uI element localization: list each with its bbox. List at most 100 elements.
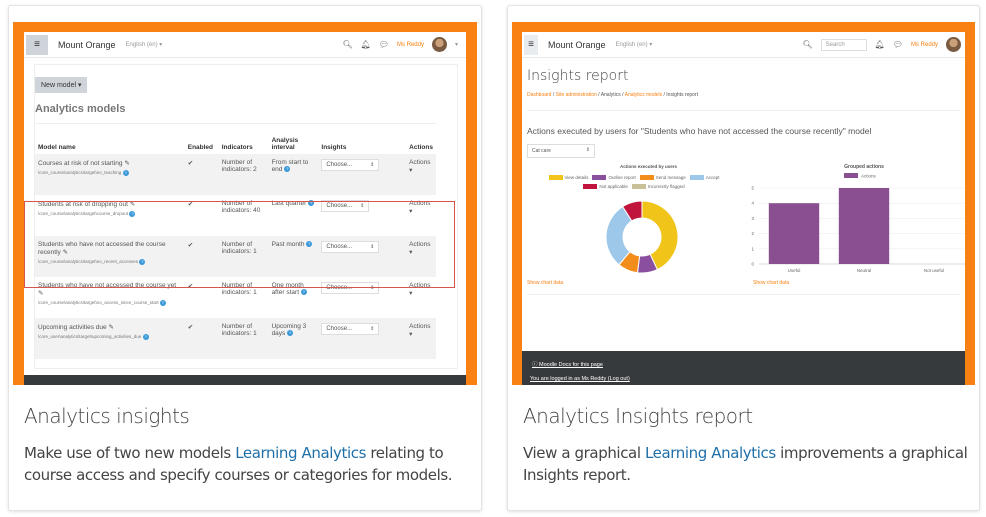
donut-chart-title: Actions executed by users — [620, 164, 678, 169]
table-row: Upcoming activities due ✎ \core_user\anal… — [35, 317, 436, 359]
model-target: \core_course\analytics\target\no_access_… — [38, 299, 166, 306]
legend-item[interactable]: Send message — [636, 175, 686, 181]
pencil-icon[interactable]: ✎ — [108, 324, 113, 331]
legend-swatch — [592, 175, 607, 181]
insights-select[interactable]: Choose... — [321, 322, 380, 335]
highlight-box — [24, 201, 455, 288]
model-target: \core_course\analytics\target\no_teachin… — [38, 169, 129, 176]
site-brand[interactable]: Mount Orange — [58, 40, 116, 50]
legend-item[interactable]: Accept — [686, 175, 720, 181]
chevron-down-icon[interactable]: ▾ — [455, 41, 458, 48]
hamburger-menu-icon[interactable]: ≡ — [524, 34, 538, 55]
breadcrumb-item[interactable]: Site administration — [556, 92, 597, 98]
show-chart-data-link[interactable]: Show chart data — [753, 280, 789, 286]
insights-report-screenshot: ≡ Mount Orange English (en) ▾ 🔍︎ Search … — [522, 32, 965, 385]
search-icon[interactable]: 🔍︎ — [343, 40, 353, 49]
learning-analytics-link[interactable]: Learning Analytics — [645, 444, 776, 462]
legend-label: Accept — [705, 175, 720, 180]
model-name-cell: Courses at risk of not starting ✎ \core_c… — [35, 153, 185, 195]
bell-icon[interactable]: 🔔︎ — [361, 40, 371, 49]
y-tick-label: 4 — [751, 201, 754, 206]
legend-swatch — [583, 184, 598, 190]
category-select[interactable]: Cat care — [527, 144, 595, 158]
y-tick-label: 2 — [751, 231, 754, 236]
page-heading: Analytics models — [35, 103, 126, 115]
hamburger-menu-icon[interactable]: ≡ — [26, 34, 48, 55]
breadcrumb-item[interactable]: Analytics models — [625, 92, 663, 98]
indicators-link[interactable]: Number of indicators: 1 — [218, 317, 269, 359]
insights-cell: Choose... — [318, 153, 407, 195]
bar-chart: Grouped actions Actions 0 1 2 3 4 5 Useful Neutra… — [751, 164, 965, 273]
actions-menu[interactable]: Actions ▾ — [406, 153, 436, 195]
help-icon[interactable]: ? — [122, 169, 129, 176]
new-model-button[interactable]: New model ▾ — [35, 77, 88, 93]
help-icon[interactable]: ? — [300, 288, 307, 295]
language-menu[interactable]: English (en) ▾ — [126, 41, 163, 48]
user-menu-name[interactable]: Ms Reddy — [397, 42, 424, 48]
model-target: \core_user\analytics\target\upcoming_act… — [38, 333, 149, 340]
logged-in-info[interactable]: You are logged in as Ms Reddy (Log out) — [530, 376, 630, 382]
site-brand[interactable]: Mount Orange — [548, 40, 606, 50]
feature-card-analytics-insights: ≡ Mount Orange English (en) ▾ 🔍︎ 🔔︎ 💬︎ M… — [8, 5, 482, 511]
y-tick-label: 5 — [751, 186, 754, 191]
bar-neutral[interactable] — [838, 188, 890, 264]
legend-swatch — [844, 173, 858, 178]
x-tick-label: Not useful — [924, 268, 944, 273]
moodle-docs-link[interactable]: ⓘ Moodle Docs for this page — [532, 360, 603, 368]
legend-label: Actions — [861, 174, 877, 179]
avatar[interactable] — [431, 37, 447, 52]
bar-chart-title: Grouped actions — [844, 164, 884, 170]
card-description: Make use of two new models Learning Anal… — [24, 444, 453, 484]
help-icon[interactable]: ? — [284, 165, 291, 172]
card-description: View a graphical Learning Analytics impr… — [523, 444, 968, 484]
chart-heading: Actions executed by users for "Students … — [527, 126, 872, 136]
insights-cell: Choose... — [318, 317, 407, 359]
donut-chart — [605, 200, 679, 274]
column-header: Insights — [318, 123, 407, 154]
card-title: Analytics insights — [24, 404, 190, 428]
x-tick-label: Useful — [788, 268, 801, 273]
y-tick-label: 1 — [751, 246, 754, 251]
help-icon[interactable]: ? — [142, 333, 149, 340]
navbar: ≡ Mount Orange English (en) ▾ 🔍︎ 🔔︎ 💬︎ M… — [24, 32, 466, 58]
donut-legend: View details Outline report Send message Ac… — [532, 173, 732, 191]
bar-useful[interactable] — [768, 203, 820, 264]
page-footer: ⓘ Moodle Docs for this page You are logg… — [522, 351, 965, 385]
indicators-link[interactable]: Number of indicators: 2 — [218, 153, 269, 195]
language-menu[interactable]: English (en) ▾ — [616, 41, 653, 48]
search-icon[interactable]: 🔍︎ — [803, 40, 813, 49]
model-name-cell: Upcoming activities due ✎ \core_user\anal… — [35, 317, 185, 359]
pencil-icon[interactable]: ✎ — [124, 160, 129, 167]
legend-item[interactable]: Not applicable — [579, 184, 628, 190]
help-icon[interactable]: ? — [287, 329, 294, 336]
legend-swatch — [689, 175, 704, 181]
insights-select[interactable]: Choose... — [321, 158, 380, 171]
breadcrumb-item[interactable]: Dashboard — [527, 92, 551, 98]
breadcrumb-item: Analytics — [600, 92, 621, 98]
help-icon[interactable]: ? — [159, 299, 166, 306]
legend-swatch — [631, 184, 646, 190]
legend-item[interactable]: Outline report — [588, 175, 636, 181]
legend-item[interactable]: View details — [545, 175, 588, 181]
user-menu-name[interactable]: Ms Reddy — [911, 42, 938, 48]
pencil-icon[interactable]: ✎ — [38, 290, 43, 297]
divider — [527, 294, 960, 295]
chat-icon[interactable]: 💬︎ — [379, 40, 389, 49]
bell-icon[interactable]: 🔔︎ — [875, 40, 885, 49]
legend-label: Not applicable — [599, 184, 628, 189]
enabled-cell: ✔ — [184, 153, 219, 195]
column-header: Actions — [406, 123, 436, 154]
y-tick-label: 0 — [751, 262, 754, 267]
avatar[interactable] — [946, 37, 961, 52]
chat-icon[interactable]: 💬︎ — [893, 40, 903, 49]
feature-card-insights-report: ≡ Mount Orange English (en) ▾ 🔍︎ Search … — [507, 5, 980, 511]
legend-item[interactable]: Incorrectly flagged — [628, 184, 685, 190]
interval-cell: Upcoming 3 days ? — [268, 317, 319, 359]
enabled-cell: ✔ — [184, 317, 219, 359]
legend-label: Send message — [655, 175, 686, 180]
learning-analytics-link[interactable]: Learning Analytics — [235, 444, 366, 462]
show-chart-data-link[interactable]: Show chart data — [527, 280, 563, 286]
legend-swatch — [639, 175, 654, 181]
actions-menu[interactable]: Actions ▾ — [406, 317, 436, 359]
search-input[interactable]: Search — [820, 38, 867, 51]
